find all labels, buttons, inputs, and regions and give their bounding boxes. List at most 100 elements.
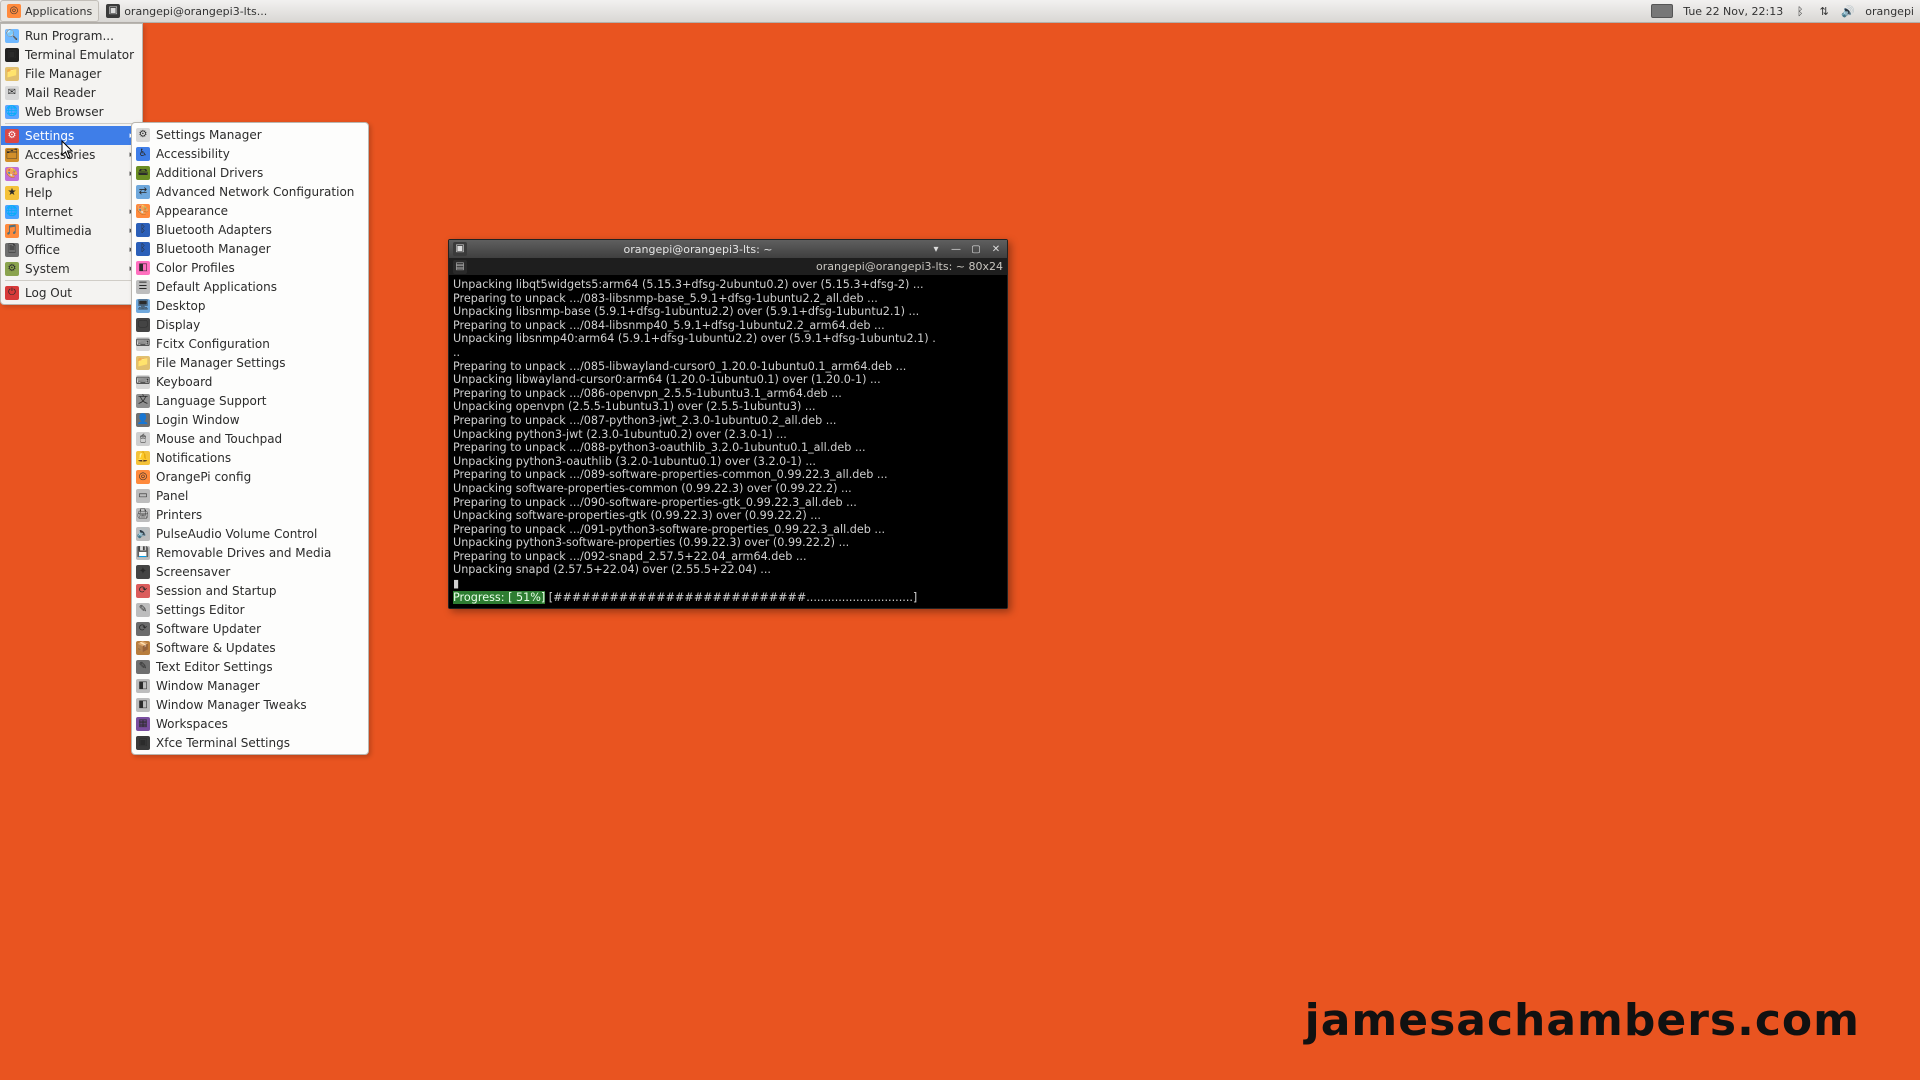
submenu-item-bluetooth-adapters[interactable]: ᛒBluetooth Adapters bbox=[132, 220, 368, 239]
panel-icon: ▭ bbox=[136, 489, 150, 503]
menu-item-label: Multimedia bbox=[25, 224, 92, 238]
submenu-item-text-editor-settings[interactable]: ✎Text Editor Settings bbox=[132, 657, 368, 676]
submenu-item-orangepi-config[interactable]: ◎OrangePi config bbox=[132, 467, 368, 486]
submenu-item-label: Bluetooth Manager bbox=[156, 242, 271, 256]
window-minimize-button[interactable]: — bbox=[949, 243, 963, 255]
keyboard-icon: ⌨ bbox=[136, 375, 150, 389]
menu-item-internet[interactable]: 🌐Internet▸ bbox=[1, 202, 142, 221]
color-icon: ◧ bbox=[136, 261, 150, 275]
menu-item-terminal-emulator[interactable]: ▣Terminal Emulator bbox=[1, 45, 142, 64]
submenu-item-mouse-and-touchpad[interactable]: 🖱Mouse and Touchpad bbox=[132, 429, 368, 448]
menu-item-settings[interactable]: ⚙Settings▸ bbox=[1, 126, 142, 145]
top-panel: ◎ Applications ▣ orangepi@orangepi3-lts.… bbox=[0, 0, 1920, 23]
menu-item-run-program[interactable]: 🔍 Run Program... bbox=[1, 26, 142, 45]
submenu-item-window-manager-tweaks[interactable]: ◧Window Manager Tweaks bbox=[132, 695, 368, 714]
submenu-item-label: Bluetooth Adapters bbox=[156, 223, 272, 237]
network-tray-icon[interactable]: ⇅ bbox=[1817, 4, 1831, 18]
bluetooth-tray-icon[interactable]: ᛒ bbox=[1793, 4, 1807, 18]
submenu-item-bluetooth-manager[interactable]: ᛒBluetooth Manager bbox=[132, 239, 368, 258]
submenu-item-label: OrangePi config bbox=[156, 470, 251, 484]
menu-item-label: Office bbox=[25, 243, 60, 257]
menu-item-label: Mail Reader bbox=[25, 86, 96, 100]
submenu-item-notifications[interactable]: 🔔Notifications bbox=[132, 448, 368, 467]
tab-icon[interactable]: ▤ bbox=[453, 260, 467, 274]
menu-item-label: Run Program... bbox=[25, 29, 114, 43]
watermark-text: jamesachambers.com bbox=[1305, 995, 1860, 1046]
submenu-item-additional-drivers[interactable]: 🖴Additional Drivers bbox=[132, 163, 368, 182]
submenu-item-screensaver[interactable]: ✦Screensaver bbox=[132, 562, 368, 581]
submenu-item-workspaces[interactable]: ▦Workspaces bbox=[132, 714, 368, 733]
terminal-line: Preparing to unpack .../086-openvpn_2.5.… bbox=[453, 387, 1003, 401]
submenu-item-color-profiles[interactable]: ◧Color Profiles bbox=[132, 258, 368, 277]
submenu-item-file-manager-settings[interactable]: 📁File Manager Settings bbox=[132, 353, 368, 372]
submenu-item-label: Window Manager Tweaks bbox=[156, 698, 307, 712]
file-icon: 📁 bbox=[5, 67, 19, 81]
applications-menu-button[interactable]: ◎ Applications bbox=[0, 0, 99, 22]
submenu-item-appearance[interactable]: 🎨Appearance bbox=[132, 201, 368, 220]
submenu-item-display[interactable]: 🖵Display bbox=[132, 315, 368, 334]
window-maximize-button[interactable]: ▢ bbox=[969, 243, 983, 255]
menu-item-log-out[interactable]: ⏻Log Out bbox=[1, 283, 142, 302]
menu-item-office[interactable]: 🗎Office▸ bbox=[1, 240, 142, 259]
applications-menu: 🔍 Run Program... ▣Terminal Emulator📁File M… bbox=[0, 23, 143, 305]
submenu-item-default-applications[interactable]: ☰Default Applications bbox=[132, 277, 368, 296]
web-icon: 🌐 bbox=[5, 105, 19, 119]
terminal-dims: orangepi@orangepi3-lts: ~ 80x24 bbox=[816, 260, 1003, 273]
menu-item-label: Graphics bbox=[25, 167, 78, 181]
submenu-item-software-updates[interactable]: 📦Software & Updates bbox=[132, 638, 368, 657]
submenu-item-label: Desktop bbox=[156, 299, 206, 313]
advanced-icon: ⇄ bbox=[136, 185, 150, 199]
submenu-item-window-manager[interactable]: ◧Window Manager bbox=[132, 676, 368, 695]
submenu-item-settings-manager[interactable]: ⚙Settings Manager bbox=[132, 125, 368, 144]
submenu-item-pulseaudio-volume-control[interactable]: 🔊PulseAudio Volume Control bbox=[132, 524, 368, 543]
submenu-item-xfce-terminal-settings[interactable]: ▣Xfce Terminal Settings bbox=[132, 733, 368, 752]
submenu-item-software-updater[interactable]: ⟳Software Updater bbox=[132, 619, 368, 638]
submenu-item-advanced-network-configuration[interactable]: ⇄ Advanced Network Configuration bbox=[132, 182, 368, 201]
terminal-titlebar[interactable]: ▣ orangepi@orangepi3-lts: ~ ▾ — ▢ ✕ bbox=[449, 240, 1007, 258]
submenu-item-login-window[interactable]: 👤Login Window bbox=[132, 410, 368, 429]
menu-item-label: Internet bbox=[25, 205, 73, 219]
clock[interactable]: Tue 22 Nov, 22:13 bbox=[1683, 5, 1783, 18]
submenu-item-label: Default Applications bbox=[156, 280, 277, 294]
submenu-item-panel[interactable]: ▭Panel bbox=[132, 486, 368, 505]
menu-item-multimedia[interactable]: 🎵Multimedia▸ bbox=[1, 221, 142, 240]
menu-item-file-manager[interactable]: 📁File Manager bbox=[1, 64, 142, 83]
terminal-line: Unpacking libwayland-cursor0:arm64 (1.20… bbox=[453, 373, 1003, 387]
terminal-output[interactable]: Unpacking libqt5widgets5:arm64 (5.15.3+d… bbox=[449, 276, 1007, 608]
menu-item-graphics[interactable]: 🎨Graphics▸ bbox=[1, 164, 142, 183]
submenu-item-label: Accessibility bbox=[156, 147, 230, 161]
window-close-button[interactable]: ✕ bbox=[989, 243, 1003, 255]
file-icon: 📁 bbox=[136, 356, 150, 370]
submenu-item-label: Advanced Network Configuration bbox=[156, 185, 354, 199]
submenu-item-printers[interactable]: 🖨Printers bbox=[132, 505, 368, 524]
session-icon: ⟳ bbox=[136, 584, 150, 598]
desktop-icon: 🖥 bbox=[136, 299, 150, 313]
menu-item-accessories[interactable]: 🗂Accessories▸ bbox=[1, 145, 142, 164]
submenu-item-accessibility[interactable]: ♿Accessibility bbox=[132, 144, 368, 163]
terminal-line: Unpacking python3-oauthlib (3.2.0-1ubunt… bbox=[453, 455, 1003, 469]
menu-item-help[interactable]: ★Help bbox=[1, 183, 142, 202]
submenu-item-fcitx-configuration[interactable]: ⌨Fcitx Configuration bbox=[132, 334, 368, 353]
submenu-item-removable-drives-and-media[interactable]: 💾Removable Drives and Media bbox=[132, 543, 368, 562]
menu-item-web-browser[interactable]: 🌐 Web Browser bbox=[1, 102, 142, 121]
workspaces-icon: ▦ bbox=[136, 717, 150, 731]
submenu-item-language-support[interactable]: 文Language Support bbox=[132, 391, 368, 410]
user-label[interactable]: orangepi bbox=[1865, 5, 1914, 18]
menu-item-label: Web Browser bbox=[25, 105, 104, 119]
menu-item-label: System bbox=[25, 262, 70, 276]
menu-item-system[interactable]: ⚙System▸ bbox=[1, 259, 142, 278]
taskbar-item-terminal[interactable]: ▣ orangepi@orangepi3-lts... bbox=[99, 0, 274, 22]
submenu-item-settings-editor[interactable]: ✎Settings Editor bbox=[132, 600, 368, 619]
accessories-icon: 🗂 bbox=[5, 148, 19, 162]
submenu-item-desktop[interactable]: 🖥 Desktop bbox=[132, 296, 368, 315]
run-icon: 🔍 bbox=[5, 29, 19, 43]
submenu-item-session-and-startup[interactable]: ⟳Session and Startup bbox=[132, 581, 368, 600]
workspace-switcher[interactable] bbox=[1651, 4, 1673, 18]
window-keep-above-button[interactable]: ▾ bbox=[929, 243, 943, 255]
menu-separator bbox=[5, 280, 138, 281]
volume-tray-icon[interactable]: 🔊 bbox=[1841, 4, 1855, 18]
terminal-icon: ▣ bbox=[106, 4, 120, 18]
menu-item-mail-reader[interactable]: ✉Mail Reader bbox=[1, 83, 142, 102]
submenu-item-keyboard[interactable]: ⌨Keyboard bbox=[132, 372, 368, 391]
terminal-line: Preparing to unpack .../083-libsnmp-base… bbox=[453, 292, 1003, 306]
